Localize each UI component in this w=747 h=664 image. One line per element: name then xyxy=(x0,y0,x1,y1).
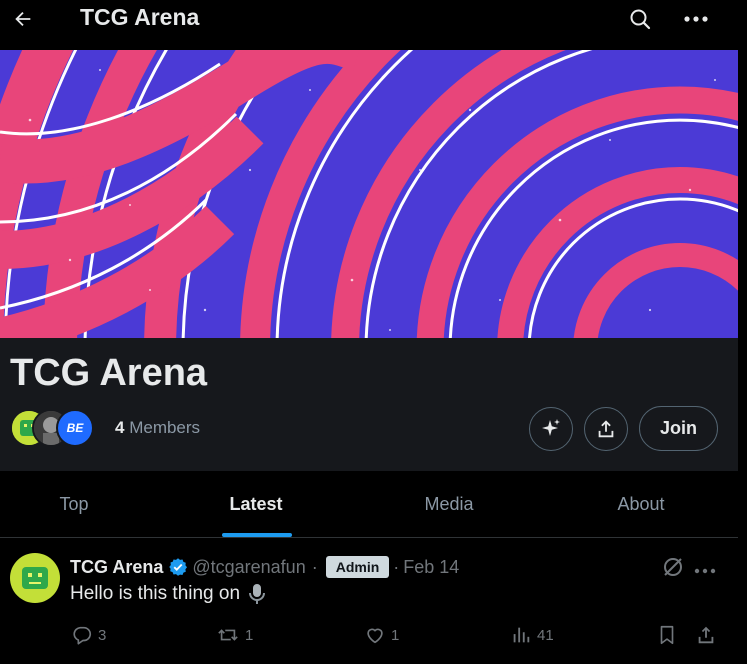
bookmark-icon xyxy=(660,625,674,645)
member-avatar[interactable]: BE xyxy=(56,409,94,447)
share-button[interactable] xyxy=(584,407,628,451)
post-author-avatar[interactable] xyxy=(10,553,60,603)
member-count-label: Members xyxy=(129,418,201,437)
community-banner xyxy=(0,50,738,338)
reply-icon xyxy=(73,626,92,645)
post-author-name[interactable]: TCG Arena xyxy=(70,557,163,578)
search-icon[interactable] xyxy=(626,5,654,33)
grok-icon[interactable] xyxy=(661,555,685,579)
sparkle-icon xyxy=(542,419,560,436)
post-share-button[interactable] xyxy=(695,623,717,647)
heart-icon xyxy=(367,628,383,644)
community-name: TCG Arena xyxy=(10,352,208,394)
like-count: 1 xyxy=(391,626,400,644)
community-tabs: Top Latest Media About xyxy=(0,471,738,538)
separator-dot: · xyxy=(311,556,318,577)
post-author-handle[interactable]: @tcgarenafun xyxy=(192,557,305,578)
admin-badge: Admin xyxy=(325,556,390,578)
reply-count: 3 xyxy=(98,626,107,644)
grok-summary-button[interactable] xyxy=(529,407,573,451)
post-text: Hello is this thing on xyxy=(70,583,267,605)
verified-badge-icon xyxy=(169,558,188,576)
post-more-icon[interactable] xyxy=(694,562,718,574)
post-text-content: Hello is this thing on xyxy=(70,583,241,604)
member-avatar-text: BE xyxy=(66,421,84,435)
like-button[interactable]: 1 xyxy=(364,623,399,647)
microphone-icon xyxy=(249,584,266,604)
tab-media[interactable]: Media xyxy=(375,471,523,537)
views-button[interactable]: 41 xyxy=(510,623,554,647)
repost-button[interactable]: 1 xyxy=(216,623,253,647)
member-count-number: 4 xyxy=(115,418,125,437)
tab-top[interactable]: Top xyxy=(0,471,148,537)
repost-count: 1 xyxy=(245,626,254,644)
tab-about[interactable]: About xyxy=(567,471,715,537)
more-horizontal-icon[interactable] xyxy=(681,5,711,33)
banner-artwork xyxy=(0,50,738,338)
reply-button[interactable]: 3 xyxy=(71,623,106,647)
join-button[interactable]: Join xyxy=(639,406,718,451)
post-date[interactable]: Feb 14 xyxy=(403,557,459,578)
member-count[interactable]: 4 Members xyxy=(115,418,200,438)
arrow-left-icon[interactable] xyxy=(10,6,36,32)
active-tab-indicator xyxy=(222,533,292,537)
share-icon xyxy=(698,626,714,644)
member-avatars[interactable]: BE xyxy=(10,409,102,449)
share-icon xyxy=(598,420,614,438)
post-header: TCG Arena @tcgarenafun · Admin · Feb 14 xyxy=(70,555,459,579)
repost-icon xyxy=(218,629,238,641)
view-count: 41 xyxy=(537,626,554,644)
page-title: TCG Arena xyxy=(80,4,200,30)
bookmark-button[interactable] xyxy=(656,623,678,647)
analytics-icon xyxy=(513,627,530,643)
tab-latest[interactable]: Latest xyxy=(182,471,330,537)
separator-dot: · xyxy=(393,556,400,577)
